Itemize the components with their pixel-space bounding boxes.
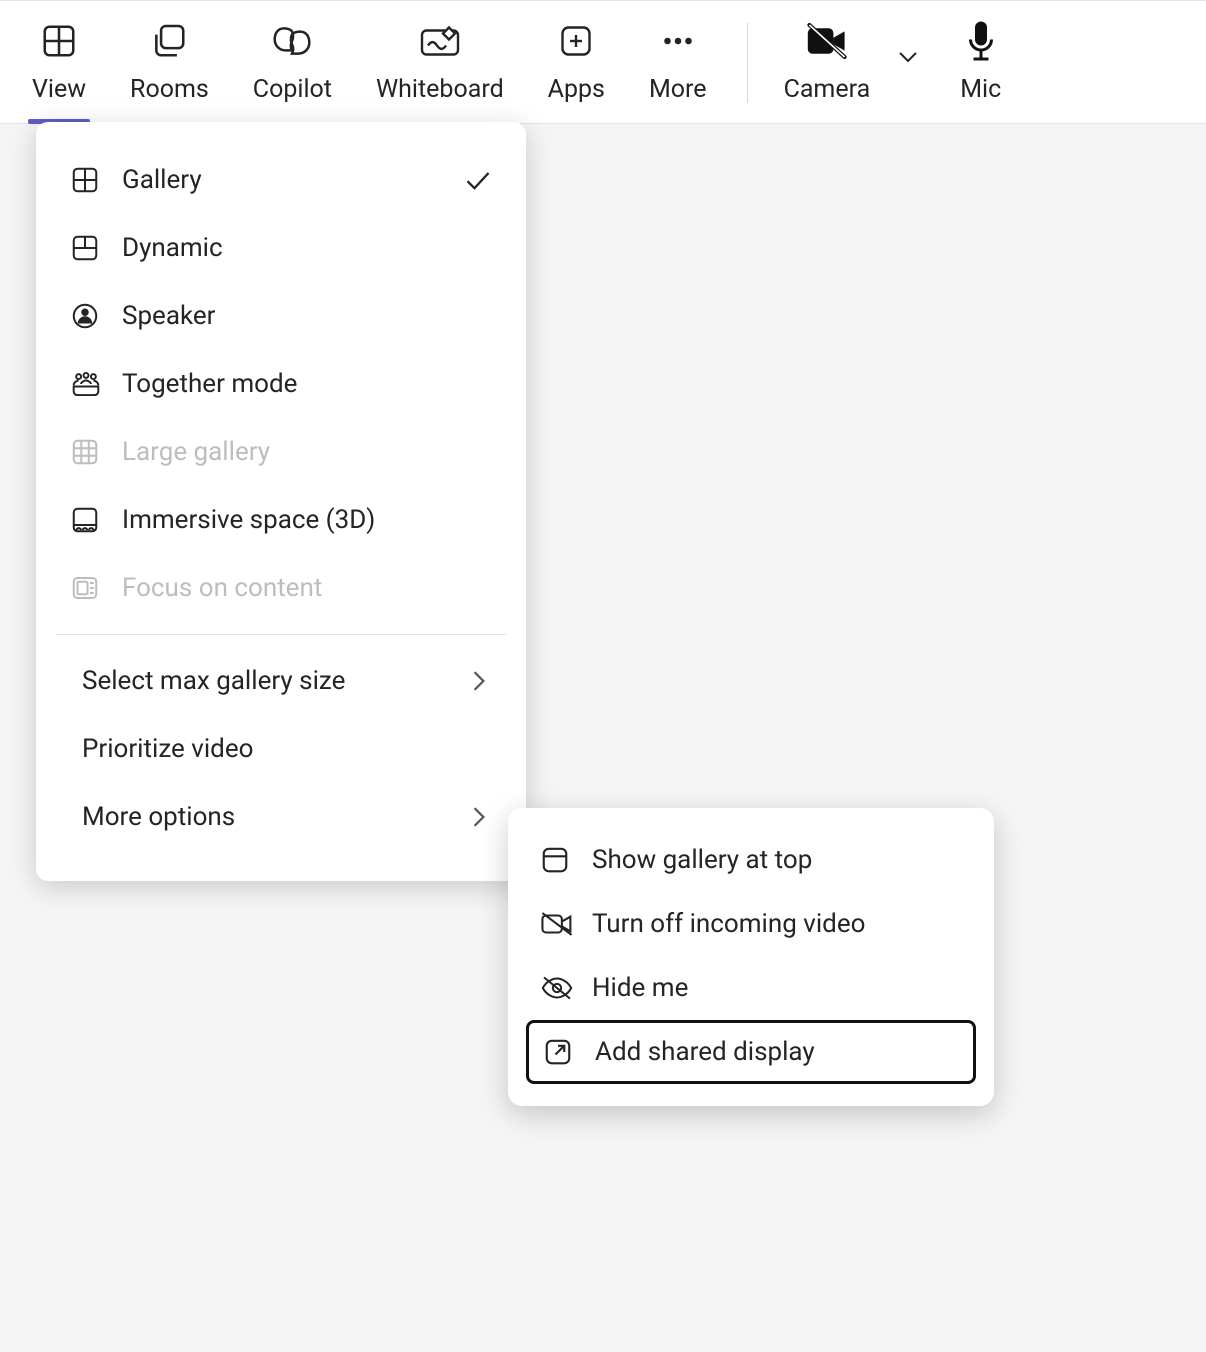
menu-immersive-space[interactable]: Immersive space (3D) (36, 486, 526, 554)
toolbar-rooms-label: Rooms (130, 75, 209, 104)
dynamic-layout-icon (70, 233, 108, 263)
copilot-icon (270, 19, 314, 63)
menu-gallery-label: Gallery (122, 165, 464, 195)
menu-prioritize-video[interactable]: Prioritize video (36, 715, 526, 783)
menu-immersive-label: Immersive space (3D) (122, 505, 492, 535)
menu-together-mode[interactable]: Together mode (36, 350, 526, 418)
speaker-person-icon (70, 301, 108, 331)
toolbar-more-label: More (649, 75, 707, 104)
submenu-show-gallery-top[interactable]: Show gallery at top (526, 828, 976, 892)
toolbar-view-label: View (32, 75, 86, 104)
microphone-icon (966, 19, 996, 63)
eye-off-icon (540, 975, 582, 1001)
toolbar-rooms[interactable]: Rooms (118, 19, 221, 104)
menu-select-max-gallery[interactable]: Select max gallery size (36, 647, 526, 715)
gallery-top-icon (540, 845, 582, 875)
submenu-hide-me[interactable]: Hide me (526, 956, 976, 1020)
submenu-hide-me-label: Hide me (592, 973, 688, 1003)
toolbar-copilot-label: Copilot (253, 75, 332, 104)
menu-more-options-label: More options (82, 802, 472, 832)
meeting-toolbar: View Rooms Copilot Whiteboard (0, 0, 1206, 124)
menu-separator (56, 634, 506, 635)
camera-chevron-button[interactable] (896, 49, 920, 65)
toolbar-mic[interactable]: Mic (948, 19, 1013, 104)
popout-square-icon (543, 1037, 585, 1067)
menu-large-gallery-label: Large gallery (122, 437, 492, 467)
menu-select-max-label: Select max gallery size (82, 666, 472, 696)
submenu-show-gallery-top-label: Show gallery at top (592, 845, 812, 875)
submenu-turn-off-incoming-video[interactable]: Turn off incoming video (526, 892, 976, 956)
chevron-right-icon (472, 670, 492, 692)
toolbar-view[interactable]: View (20, 19, 98, 104)
toolbar-divider (747, 23, 748, 103)
toolbar-apps-label: Apps (548, 75, 605, 104)
rooms-icon (150, 19, 188, 63)
menu-gallery[interactable]: Gallery (36, 146, 526, 214)
more-options-submenu: Show gallery at top Turn off incoming vi… (508, 808, 994, 1106)
together-mode-icon (70, 369, 108, 399)
menu-speaker[interactable]: Speaker (36, 282, 526, 350)
check-icon (464, 169, 492, 191)
chevron-down-icon (896, 49, 920, 65)
submenu-add-shared-display[interactable]: Add shared display (526, 1020, 976, 1084)
menu-more-options[interactable]: More options (36, 783, 526, 851)
menu-dynamic[interactable]: Dynamic (36, 214, 526, 282)
toolbar-copilot[interactable]: Copilot (241, 19, 344, 104)
chevron-right-icon (472, 806, 492, 828)
menu-focus-content-label: Focus on content (122, 573, 492, 603)
toolbar-whiteboard[interactable]: Whiteboard (364, 19, 516, 104)
camera-off-icon (803, 19, 851, 63)
toolbar-camera-label: Camera (784, 75, 871, 104)
submenu-turn-off-incoming-label: Turn off incoming video (592, 909, 865, 939)
view-dropdown-menu: Gallery Dynamic Speaker (36, 122, 526, 881)
toolbar-more[interactable]: More (637, 19, 719, 104)
gallery-grid-icon (70, 165, 108, 195)
toolbar-whiteboard-label: Whiteboard (376, 75, 504, 104)
menu-dynamic-label: Dynamic (122, 233, 492, 263)
immersive-3d-icon (70, 505, 108, 535)
focus-content-icon (70, 573, 108, 603)
ellipsis-icon (658, 19, 698, 63)
toolbar-apps[interactable]: Apps (536, 19, 617, 104)
menu-large-gallery: Large gallery (36, 418, 526, 486)
grid-icon (40, 19, 78, 63)
large-gallery-icon (70, 437, 108, 467)
menu-prioritize-label: Prioritize video (82, 734, 492, 764)
submenu-add-shared-display-label: Add shared display (595, 1037, 815, 1067)
whiteboard-icon (419, 19, 461, 63)
toolbar-camera[interactable]: Camera (772, 19, 883, 104)
video-off-icon (540, 910, 582, 938)
menu-together-label: Together mode (122, 369, 492, 399)
menu-speaker-label: Speaker (122, 301, 492, 331)
menu-focus-content: Focus on content (36, 554, 526, 622)
toolbar-mic-label: Mic (960, 75, 1001, 104)
apps-plus-icon (558, 19, 594, 63)
